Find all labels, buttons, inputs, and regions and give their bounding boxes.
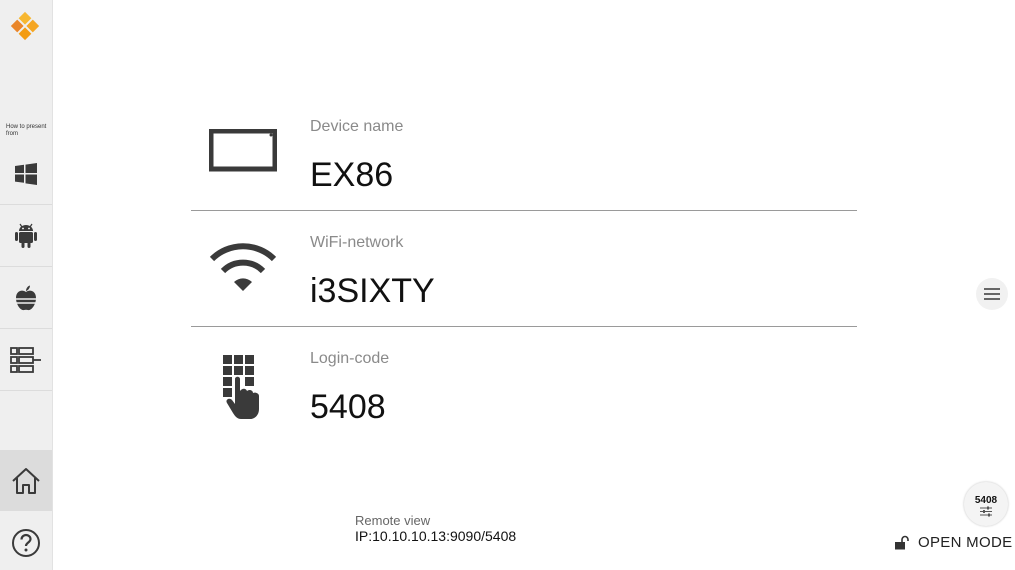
wifi-icon [209,243,277,291]
howto-label: How to present from [6,124,47,137]
android-icon [15,223,37,248]
sidebar-item-windows[interactable] [0,143,52,205]
sidebar-item-list[interactable] [0,329,52,391]
list-settings-icon [10,346,41,373]
app: How to present from Device name EX86 WiF… [0,0,1015,570]
device-name-label: Device name [310,118,404,135]
open-mode-label: OPEN MODE [918,534,1013,551]
apple-icon [15,285,37,310]
sidebar-item-home[interactable] [0,450,52,511]
device-name-value: EX86 [310,156,394,194]
wifi-label: WiFi-network [310,234,404,251]
display-icon [209,129,277,172]
wifi-row: WiFi-network i3SIXTY [191,210,857,327]
login-code-label: Login-code [310,350,390,367]
unlock-icon [895,535,909,550]
help-icon [12,528,40,557]
code-badge[interactable]: 5408 [964,482,1008,526]
sidebar-item-apple[interactable] [0,267,52,329]
login-row: Login-code 5408 [191,326,857,442]
sidebar-item-help[interactable] [0,512,52,570]
sliders-icon [980,506,992,516]
sidebar-item-android[interactable] [0,205,52,267]
device-row: Device name EX86 [191,94,857,211]
keypad-hand-icon [223,355,259,419]
open-mode-toggle[interactable]: OPEN MODE [894,534,1012,551]
code-badge-value: 5408 [974,494,998,506]
sidebar: How to present from [0,0,53,570]
remote-view-ip[interactable]: IP:10.10.10.13:9090/5408 [355,528,516,544]
logo-icon[interactable] [10,11,40,41]
home-icon [12,467,40,494]
remote-view-label: Remote view [355,513,431,528]
login-code-value: 5408 [310,388,386,426]
remote-view: Remote view IP:10.10.10.13:9090/5408 [355,513,516,544]
menu-button[interactable] [976,278,1008,310]
windows-icon [15,162,37,185]
wifi-value: i3SIXTY [310,272,435,310]
hamburger-icon [984,288,1000,300]
